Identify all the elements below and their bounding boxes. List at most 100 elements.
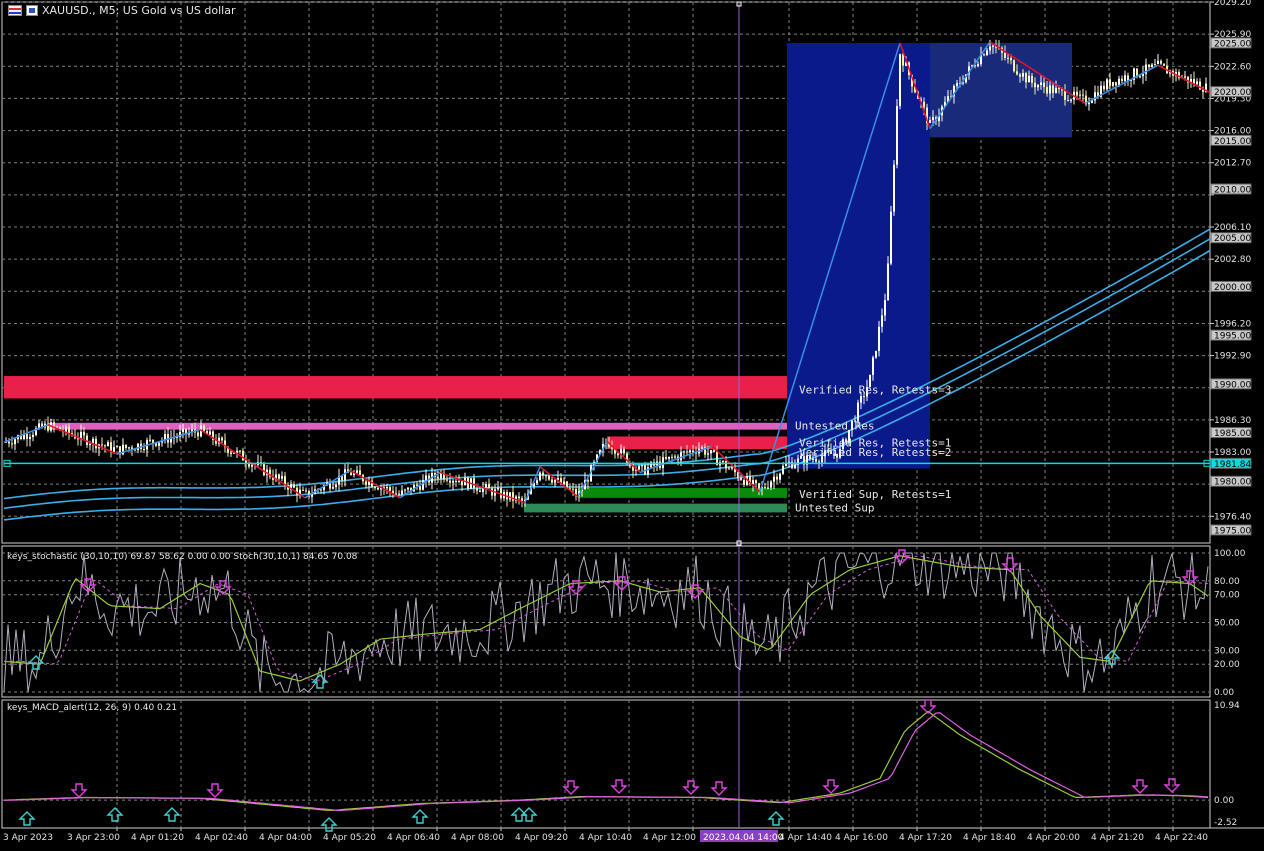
zigzag-down-segment [1157,64,1211,94]
candle-body [197,432,199,437]
candle-body [902,54,904,66]
macd-sell-arrow-icon [1131,779,1149,794]
candle-body [740,478,742,480]
trading-chart-window[interactable]: 3 Apr 2023 3 Apr 23:00 4 Apr 01:20 4 Apr 02… [0,0,1264,847]
candle-body [263,463,265,476]
candle-body [458,481,460,483]
flag-icon[interactable] [26,5,38,16]
price-label: 2006.10 [1214,223,1251,233]
macd-buy-arrow-icon [163,807,181,822]
candle-body [1151,64,1153,67]
time-label: 4 Apr 09:20 [515,833,568,843]
candle-body [95,438,97,449]
zigzag-down-segment [539,466,579,498]
candle-body [686,451,688,453]
candle-body [68,426,70,434]
candle-body [341,476,343,481]
candle-body [986,50,988,56]
chart-header: XAUUSD., M5: US Gold vs US dollar [8,4,235,17]
candle-body [497,487,499,490]
candle-body [1079,94,1081,96]
candle-body [671,456,673,458]
candle-body [1016,71,1018,75]
candle-body [521,498,523,501]
time-label: 4 Apr 04:00 [259,833,312,843]
level-tag-label: 2010.00 [1214,186,1251,196]
macd-buy-arrow-icon [767,811,785,826]
candle-body [344,469,346,481]
level-tag-label: 1995.00 [1214,332,1251,342]
candle-body [1055,87,1057,93]
zone-label-untested-res: Untested Res [795,420,874,433]
stoch-panel-frame [1,545,1211,698]
chart-canvas[interactable]: 3 Apr 2023 3 Apr 23:00 4 Apr 01:20 4 Apr 02… [0,0,1264,847]
zigzag-up-segment [3,424,49,443]
candle-body [1076,91,1078,96]
candle-body [404,489,406,491]
candle-body [794,464,796,469]
stoch-tick-label: 100.00 [1214,549,1246,559]
time-label: 4 Apr 01:20 [131,833,184,843]
zigzag-up-segment [1084,64,1159,104]
chart-grid-icon[interactable] [8,5,22,16]
candle-body [356,470,358,473]
level-tag-label: 1975.00 [1214,526,1251,536]
stoch-signal-line [3,555,1209,682]
candle-body [776,476,778,480]
level-tag-label: 1980.00 [1214,478,1251,488]
candle-body [1154,64,1156,66]
candle-body [890,211,892,264]
candle-body [416,484,418,486]
cursor-time-label: 2023.04.04 14:00 [703,833,784,843]
price-label: 1986.30 [1214,416,1251,426]
candle-body [104,445,106,447]
candle-body [485,484,487,488]
candle-body [674,456,676,458]
candle-body [1121,78,1123,81]
level-tag-label: 2000.00 [1214,283,1251,293]
macd-tick-label: 0.00 [1214,796,1234,806]
stoch-tick-label: 0.00 [1214,688,1234,698]
candle-body [857,402,859,421]
candle-body [407,487,409,490]
candle-body [1049,85,1051,94]
zigzag-up-segment [639,445,713,474]
macd-buy-arrow-icon [520,807,538,822]
candle-body [1067,99,1069,101]
candle-body [32,435,34,437]
candle-body [1196,81,1198,85]
candle-body [350,472,352,476]
candle-body [1088,102,1090,105]
candle-body [1124,75,1126,81]
stoch-tick-label: 30.00 [1214,646,1240,656]
stoch-tick-label: 20.00 [1214,660,1240,670]
candle-body [386,487,388,489]
price-label: 1976.40 [1214,512,1251,522]
candle-body [437,477,439,479]
candle-body [899,54,901,107]
candle-body [293,484,295,488]
candle-body [752,480,754,484]
level-tag-label: 2005.00 [1214,234,1251,244]
candle-body [305,490,307,492]
candle-body [701,447,703,449]
level-tag-label: 1990.00 [1214,380,1251,390]
candle-body [1019,74,1021,77]
macd-sell-arrow-icon [206,783,224,798]
candle-body [449,480,451,483]
level-tag-label: 2020.00 [1214,88,1251,98]
zone-label-verified-sup-1: Verified Sup, Retests=1 [799,488,951,501]
candle-body [239,450,241,452]
time-label: 4 Apr 06:40 [387,833,440,843]
candle-body [377,487,379,490]
time-label: 4 Apr 16:00 [835,833,888,843]
macd-panel-frame [1,699,1211,829]
candle-body [26,434,28,439]
candle-body [755,480,757,484]
candle-body [479,490,481,492]
macd-sell-arrow-icon [710,781,728,796]
support-zone-untested [524,503,787,513]
macd-signal-line [4,712,1209,812]
time-label: 4 Apr 18:40 [963,833,1016,843]
time-label: 4 Apr 20:00 [1027,833,1080,843]
